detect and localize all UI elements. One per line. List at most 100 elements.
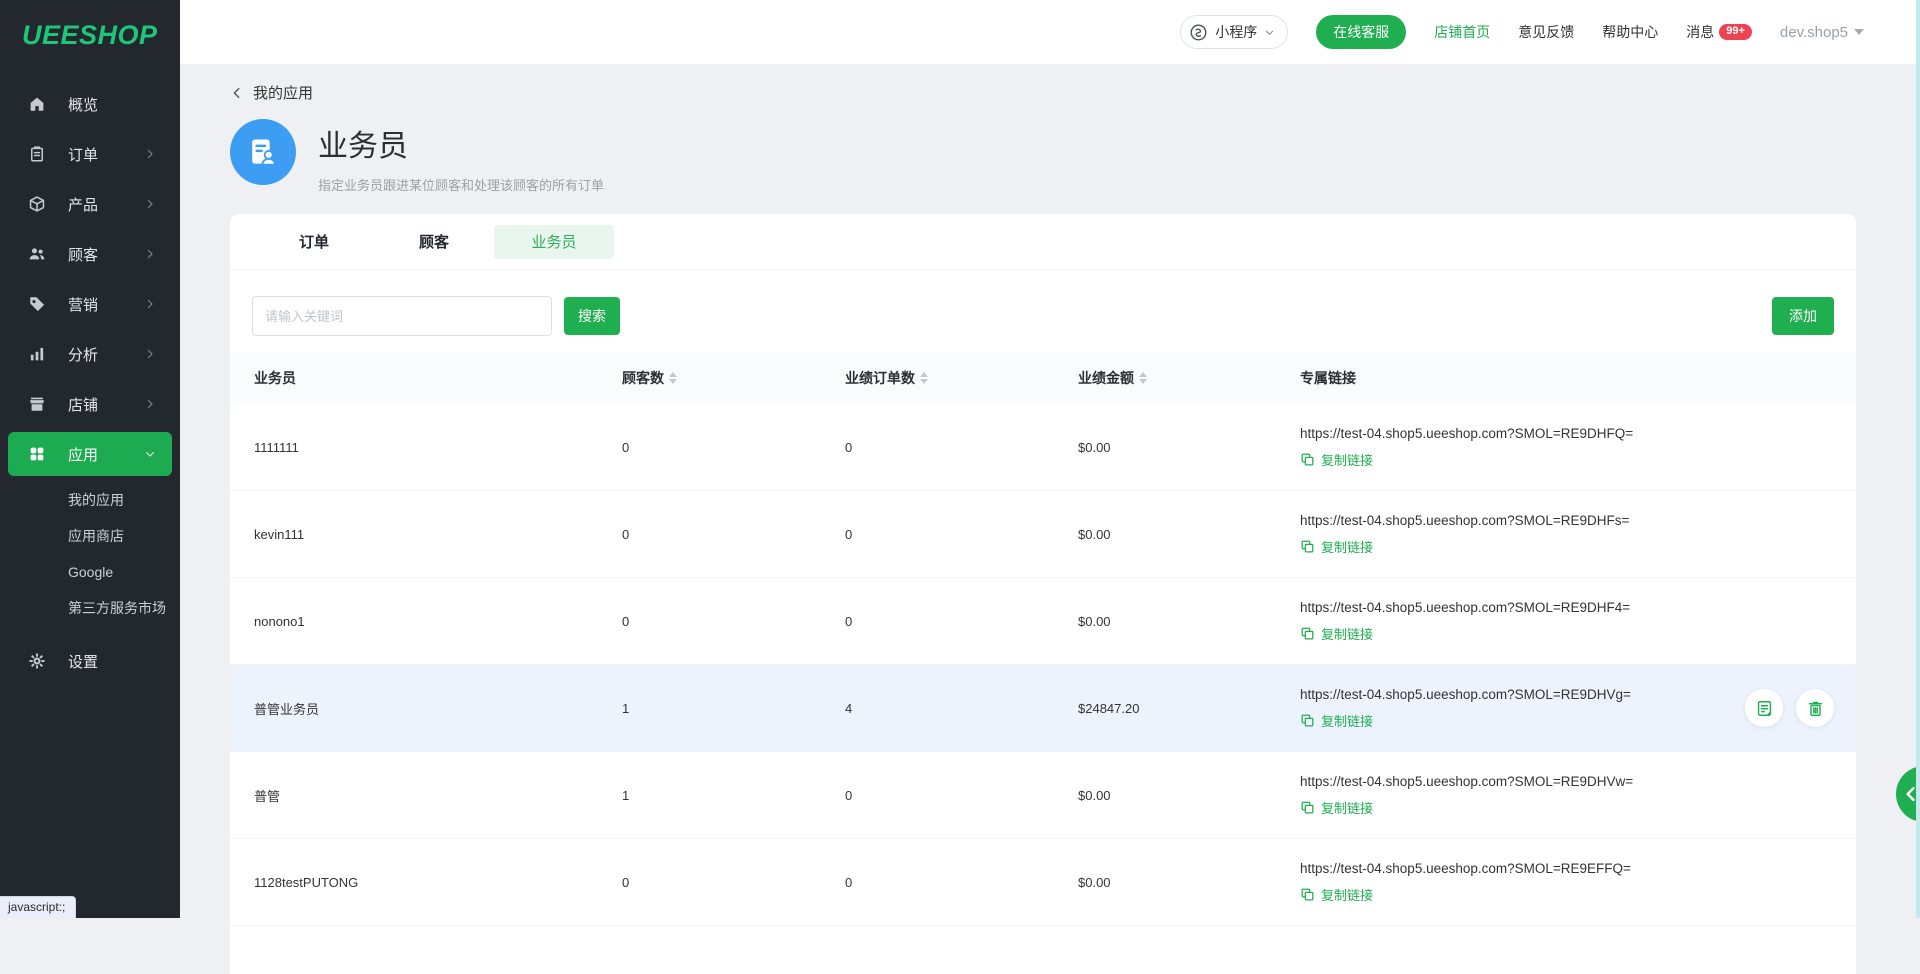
copy-link-button[interactable]: 复制链接 — [1300, 537, 1373, 556]
sidebar-item-apps[interactable]: 应用 — [8, 432, 172, 476]
sort-icon[interactable] — [1139, 372, 1147, 384]
sales-amount: $0.00 — [1078, 527, 1300, 542]
copy-icon — [1300, 452, 1315, 467]
add-button[interactable]: 添加 — [1772, 297, 1834, 335]
browser-status-bubble: javascript:; — [0, 896, 76, 918]
table-row[interactable]: 普管 1 0 $0.00 https://test-04.shop5.ueesh… — [230, 752, 1856, 839]
exclusive-link-url: https://test-04.shop5.ueeshop.com?SMOL=R… — [1300, 426, 1832, 441]
copy-icon — [1300, 626, 1315, 641]
edit-icon — [1755, 699, 1774, 718]
customer-count: 1 — [622, 788, 845, 803]
table-header: 业务员 顾客数 业绩订单数 业绩金额 专属链接 — [230, 352, 1856, 404]
column-header[interactable]: 业绩订单数 — [845, 368, 1078, 388]
copy-link-button[interactable]: 复制链接 — [1300, 711, 1373, 730]
chevron-right-icon — [144, 348, 156, 360]
miniprogram-label: 小程序 — [1215, 22, 1257, 42]
order-count: 0 — [845, 527, 1078, 542]
table-row[interactable]: 普管业务员 1 4 $24847.20 https://test-04.shop… — [230, 665, 1856, 752]
copy-link-button[interactable]: 复制链接 — [1300, 798, 1373, 817]
user-dropdown[interactable]: dev.shop5 — [1780, 24, 1864, 41]
chart-icon — [28, 345, 46, 363]
messages-link[interactable]: 消息 99+ — [1686, 22, 1752, 42]
sort-icon[interactable] — [669, 372, 677, 384]
miniprogram-dropdown[interactable]: 小程序 — [1180, 15, 1288, 49]
search-input[interactable] — [252, 296, 552, 336]
tab-orders[interactable]: 订单 — [254, 225, 374, 259]
chevron-down-icon — [144, 448, 156, 460]
breadcrumb-label: 我的应用 — [253, 82, 313, 103]
sidebar-item-overview[interactable]: 概览 — [0, 79, 180, 129]
column-header: 专属链接 — [1300, 368, 1832, 388]
column-header[interactable]: 业绩金额 — [1078, 368, 1300, 388]
row-actions — [1745, 689, 1834, 727]
tab-bar: 订单顾客业务员 — [230, 214, 1856, 270]
edit-button[interactable] — [1745, 689, 1783, 727]
main-content: 我的应用 业务员 指定业务员跟进某位顾客和处理该顾客的所有订单 订单顾客业务员 … — [180, 64, 1920, 918]
order-count: 0 — [845, 788, 1078, 803]
gear-icon — [28, 652, 46, 670]
sidebar-subitem-my-apps[interactable]: 我的应用 — [0, 482, 180, 518]
toolbar: 搜索 添加 — [230, 270, 1856, 352]
sort-icon[interactable] — [920, 372, 928, 384]
miniprogram-icon — [1189, 23, 1208, 42]
table-body: 1111111 0 0 $0.00 https://test-04.shop5.… — [230, 404, 1856, 926]
customer-count: 0 — [622, 527, 845, 542]
salesman-name: 1111111 — [254, 440, 622, 455]
page-title: 业务员 — [318, 121, 604, 165]
exclusive-link-url: https://test-04.shop5.ueeshop.com?SMOL=R… — [1300, 513, 1832, 528]
table-row[interactable]: nonono1 0 0 $0.00 https://test-04.shop5.… — [230, 578, 1856, 665]
help-center-link[interactable]: 帮助中心 — [1602, 22, 1658, 42]
home-icon — [28, 95, 46, 113]
store-home-link[interactable]: 店铺首页 — [1434, 22, 1490, 42]
chevron-right-icon — [144, 248, 156, 260]
chevron-right-icon — [144, 198, 156, 210]
exclusive-link-url: https://test-04.shop5.ueeshop.com?SMOL=R… — [1300, 861, 1832, 876]
grid-icon — [28, 445, 46, 463]
sidebar-item-store[interactable]: 店铺 — [0, 379, 180, 429]
table-row[interactable]: kevin111 0 0 $0.00 https://test-04.shop5… — [230, 491, 1856, 578]
copy-link-button[interactable]: 复制链接 — [1300, 450, 1373, 469]
table-row[interactable]: 1111111 0 0 $0.00 https://test-04.shop5.… — [230, 404, 1856, 491]
salesman-name: kevin111 — [254, 527, 622, 542]
search-button[interactable]: 搜索 — [564, 297, 620, 335]
table-row[interactable]: 1128testPUTONG 0 0 $0.00 https://test-04… — [230, 839, 1856, 926]
sidebar-item-marketing[interactable]: 营销 — [0, 279, 180, 329]
copy-link-button[interactable]: 复制链接 — [1300, 885, 1373, 904]
tab-salesman[interactable]: 业务员 — [494, 225, 614, 259]
scrollbar[interactable] — [1916, 0, 1920, 918]
customer-count: 0 — [622, 875, 845, 890]
messages-label: 消息 — [1686, 22, 1714, 42]
copy-icon — [1300, 713, 1315, 728]
sidebar-subitem-google[interactable]: Google — [0, 554, 180, 590]
salesman-name: nonono1 — [254, 614, 622, 629]
sidebar-item-analytics[interactable]: 分析 — [0, 329, 180, 379]
copy-link-button[interactable]: 复制链接 — [1300, 624, 1373, 643]
feedback-link[interactable]: 意见反馈 — [1518, 22, 1574, 42]
sales-amount: $24847.20 — [1078, 701, 1300, 716]
ueeshop-logo: UEESHOP — [0, 0, 180, 51]
tab-customers[interactable]: 顾客 — [374, 225, 494, 259]
chevron-right-icon — [144, 398, 156, 410]
clipboard-icon — [28, 145, 46, 163]
column-header[interactable]: 顾客数 — [622, 368, 845, 388]
sidebar-item-settings[interactable]: 设置 — [0, 636, 180, 686]
box-icon — [28, 195, 46, 213]
order-count: 0 — [845, 875, 1078, 890]
salesman-name: 普管 — [254, 786, 622, 805]
delete-button[interactable] — [1796, 689, 1834, 727]
copy-icon — [1300, 539, 1315, 554]
app-header: 业务员 指定业务员跟进某位顾客和处理该顾客的所有订单 — [230, 119, 1856, 194]
sidebar-subitem-third-party[interactable]: 第三方服务市场 — [0, 590, 180, 626]
sidebar: UEESHOP 概览 订单 产品 顾客 营销 分析 店铺 应用 我的应用应用商店… — [0, 0, 180, 918]
order-count: 0 — [845, 614, 1078, 629]
breadcrumb[interactable]: 我的应用 — [230, 82, 313, 103]
caret-down-icon — [1854, 29, 1864, 35]
order-count: 4 — [845, 701, 1078, 716]
chevron-left-icon — [230, 86, 244, 100]
sidebar-item-orders[interactable]: 订单 — [0, 129, 180, 179]
sidebar-item-customers[interactable]: 顾客 — [0, 229, 180, 279]
sidebar-subitem-app-store[interactable]: 应用商店 — [0, 518, 180, 554]
sidebar-item-products[interactable]: 产品 — [0, 179, 180, 229]
online-service-button[interactable]: 在线客服 — [1316, 15, 1406, 49]
copy-icon — [1300, 887, 1315, 902]
